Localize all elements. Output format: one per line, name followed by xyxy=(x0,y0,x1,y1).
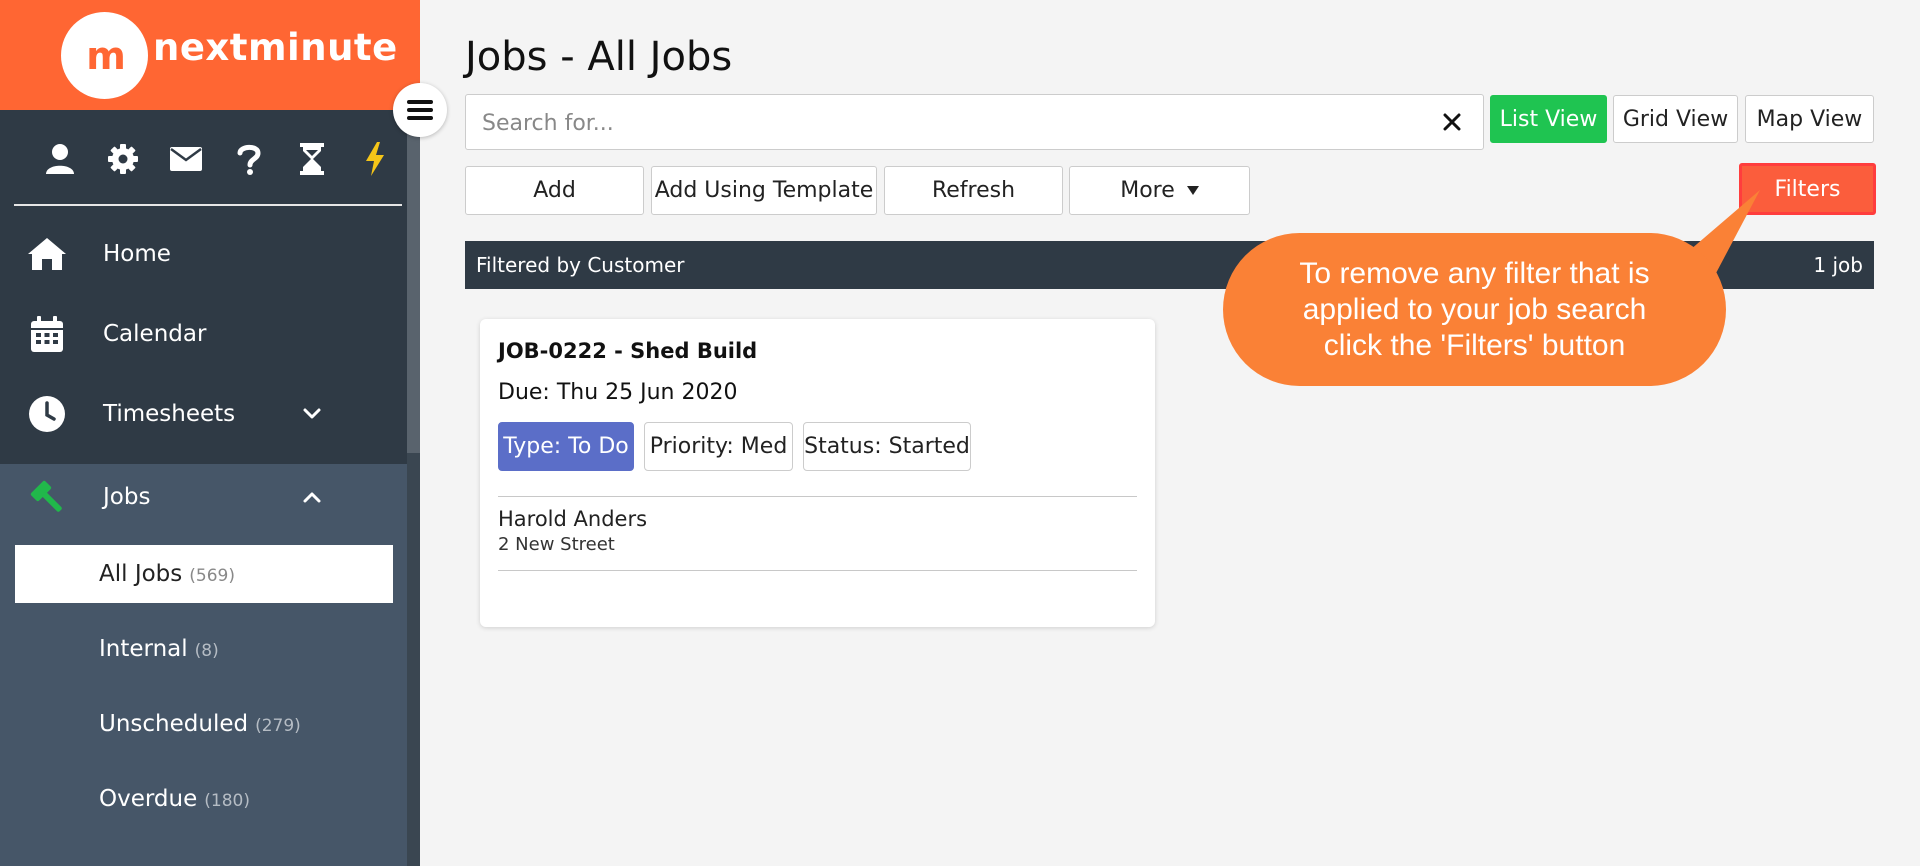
quick-icon-bar xyxy=(0,110,407,207)
clear-search-icon[interactable] xyxy=(1439,109,1465,135)
envelope-icon[interactable] xyxy=(154,135,217,183)
jobs-menu-unscheduled[interactable]: Unscheduled (279) xyxy=(15,695,393,753)
jobs-menu-label: Unscheduled xyxy=(99,711,249,737)
map-view-button[interactable]: Map View xyxy=(1745,95,1874,143)
jobs-menu-count: (569) xyxy=(189,565,235,586)
gavel-icon xyxy=(26,476,68,518)
hourglass-icon[interactable] xyxy=(281,135,344,183)
clock-icon xyxy=(26,393,68,435)
brand-name: nextminute xyxy=(153,26,398,69)
job-priority-badge: Priority: Med xyxy=(644,422,793,471)
filter-label: Filtered by Customer xyxy=(476,253,685,277)
job-status-badge: Status: Started xyxy=(803,422,971,471)
calendar-icon xyxy=(26,313,68,355)
search-input[interactable] xyxy=(482,109,1422,137)
jobs-menu-count: (279) xyxy=(255,715,301,736)
sidebar-toggle-button[interactable] xyxy=(393,83,447,137)
card-divider xyxy=(498,570,1137,571)
nav-item-jobs[interactable]: Jobs xyxy=(0,457,407,537)
chevron-down-icon[interactable] xyxy=(300,402,324,426)
job-type-badge: Type: To Do xyxy=(498,422,634,471)
job-customer: Harold Anders xyxy=(498,507,648,531)
nav-item-timesheets[interactable]: Timesheets xyxy=(0,374,407,454)
user-icon[interactable] xyxy=(28,135,91,183)
list-view-button[interactable]: List View xyxy=(1490,95,1607,143)
jobs-menu-overdue[interactable]: Overdue (180) xyxy=(15,770,393,828)
jobs-menu-all-jobs[interactable]: All Jobs (569) xyxy=(15,545,393,603)
nav-label-calendar: Calendar xyxy=(103,321,207,347)
job-card[interactable]: JOB-0222 - Shed Build Due: Thu 25 Jun 20… xyxy=(480,319,1155,627)
icon-bar-divider xyxy=(14,204,402,206)
job-title[interactable]: JOB-0222 - Shed Build xyxy=(498,339,757,363)
brand-header: m nextminute xyxy=(0,0,420,110)
card-divider xyxy=(498,496,1137,497)
gear-icon[interactable] xyxy=(91,135,154,183)
more-label: More xyxy=(1120,178,1175,203)
jobs-menu-label: Internal xyxy=(99,636,188,662)
caret-down-icon xyxy=(1186,186,1199,195)
jobs-menu-label: All Jobs xyxy=(99,561,183,587)
hamburger-icon xyxy=(407,100,433,120)
nav-label-home: Home xyxy=(103,241,171,267)
nav-item-home[interactable]: Home xyxy=(0,214,407,294)
job-address: 2 New Street xyxy=(498,534,615,555)
chevron-up-icon[interactable] xyxy=(300,485,324,509)
jobs-menu-internal[interactable]: Internal (8) xyxy=(15,620,393,678)
lightning-icon[interactable] xyxy=(344,135,407,183)
jobs-menu-count: (180) xyxy=(204,790,250,811)
jobs-menu-count: (8) xyxy=(194,640,219,661)
search-box xyxy=(465,94,1484,150)
brand-logo-mark: m xyxy=(86,33,126,78)
jobs-menu-label: Overdue xyxy=(99,786,198,812)
home-icon xyxy=(26,233,68,275)
job-due-date: Due: Thu 25 Jun 2020 xyxy=(498,380,738,405)
nav-item-calendar[interactable]: Calendar xyxy=(0,294,407,374)
brand-logo[interactable]: m xyxy=(61,12,148,99)
page-title: Jobs - All Jobs xyxy=(465,34,733,80)
tooltip-callout: To remove any filter that is applied to … xyxy=(1223,233,1726,386)
add-using-template-button[interactable]: Add Using Template xyxy=(651,166,877,215)
sidebar-scrollbar-thumb[interactable] xyxy=(407,110,420,453)
grid-view-button[interactable]: Grid View xyxy=(1613,95,1738,143)
add-button[interactable]: Add xyxy=(465,166,644,215)
more-dropdown-button[interactable]: More xyxy=(1069,166,1250,215)
nav-label-jobs: Jobs xyxy=(103,484,151,510)
sidebar: m nextminute Home Calendar Timesheets Jo… xyxy=(0,0,420,866)
sidebar-scrollbar[interactable] xyxy=(407,110,420,866)
job-count: 1 job xyxy=(1813,253,1863,277)
callout-text: To remove any filter that is applied to … xyxy=(1299,256,1650,362)
nav-label-timesheets: Timesheets xyxy=(103,401,236,427)
refresh-button[interactable]: Refresh xyxy=(884,166,1063,215)
question-icon[interactable] xyxy=(218,135,281,183)
